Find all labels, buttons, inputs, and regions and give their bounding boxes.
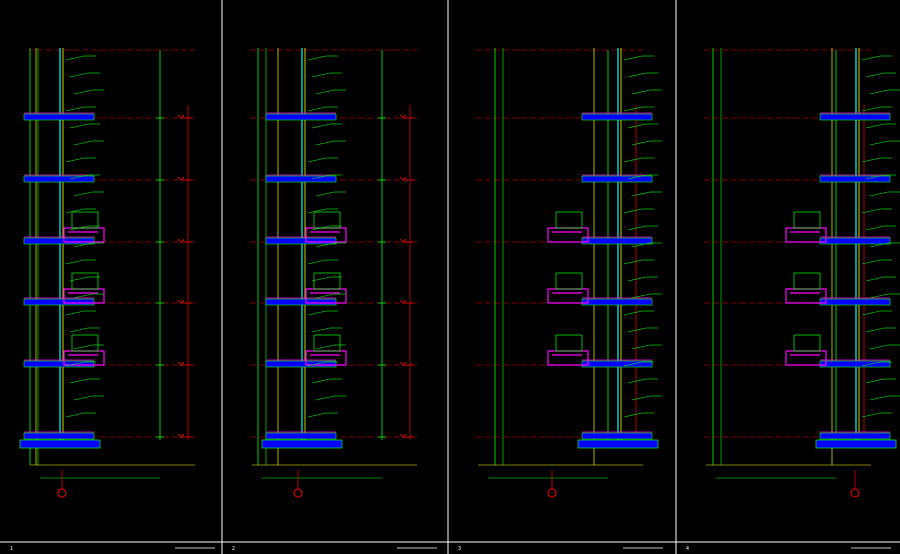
floor-slab-5 <box>265 432 337 440</box>
floor-slab-3 <box>265 298 337 306</box>
floor-slab-3 <box>581 298 653 306</box>
title-block-3: 3 <box>458 546 461 552</box>
floor-slab-1 <box>23 175 95 183</box>
floor-slab-1 <box>581 175 653 183</box>
floor-slab-0 <box>265 113 337 121</box>
foundation <box>19 439 101 449</box>
floor-slab-5 <box>581 432 653 440</box>
floor-slab-0 <box>581 113 653 121</box>
floor-slab-3 <box>23 298 95 306</box>
floor-slab-5 <box>819 432 891 440</box>
floor-slab-2 <box>581 237 653 245</box>
foundation <box>815 439 897 449</box>
title-block-2: 2 <box>232 546 235 552</box>
title-block-4: 4 <box>686 546 689 552</box>
title-block-1: 1 <box>10 546 13 552</box>
floor-slab-0 <box>23 113 95 121</box>
foundation <box>261 439 343 449</box>
floor-slab-2 <box>819 237 891 245</box>
background <box>0 0 900 554</box>
floor-slab-1 <box>265 175 337 183</box>
floor-slab-0 <box>819 113 891 121</box>
floor-slab-5 <box>23 432 95 440</box>
cad-drawing-canvas: 1 2 3 4 <box>0 0 900 554</box>
floor-slab-2 <box>265 237 337 245</box>
floor-slab-2 <box>23 237 95 245</box>
floor-slab-1 <box>819 175 891 183</box>
foundation <box>577 439 659 449</box>
floor-slab-3 <box>819 298 891 306</box>
